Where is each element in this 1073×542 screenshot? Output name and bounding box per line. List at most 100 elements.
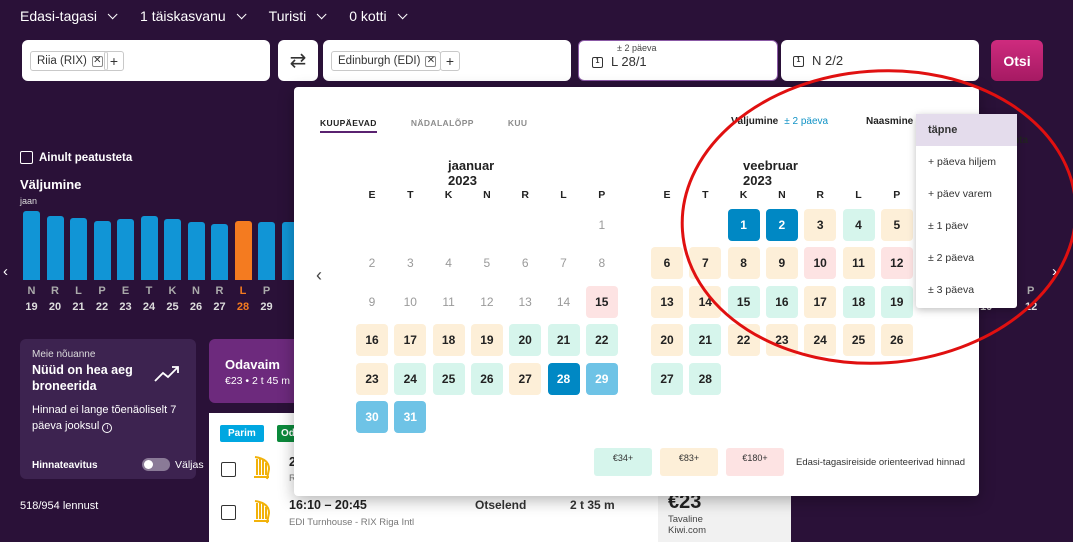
calendar-day[interactable]: 5: [880, 209, 913, 241]
result-checkbox[interactable]: [221, 462, 236, 477]
calendar-day[interactable]: 26: [470, 362, 503, 395]
calendar-day[interactable]: 25: [842, 324, 875, 357]
calendar-day[interactable]: 1: [727, 209, 760, 241]
cabin-class-select[interactable]: Turisti: [269, 8, 327, 24]
tab-month[interactable]: KUU: [508, 118, 528, 133]
calendar-day[interactable]: 21: [689, 324, 722, 357]
prev-month-chevron-icon[interactable]: ‹: [316, 265, 322, 286]
result-checkbox[interactable]: [221, 505, 236, 520]
calendar-day[interactable]: 11: [433, 286, 465, 318]
close-icon[interactable]: ✕: [91, 55, 103, 67]
close-icon[interactable]: ✕: [425, 55, 437, 67]
calendar-day[interactable]: 30: [356, 401, 388, 433]
calendar-day[interactable]: 9: [765, 247, 798, 280]
calendar-day[interactable]: 2: [765, 209, 798, 241]
calendar-day[interactable]: 1: [586, 209, 618, 241]
calendar-day[interactable]: 20: [509, 324, 542, 357]
calendar-day[interactable]: 21: [547, 324, 580, 357]
flex-option[interactable]: ± 3 päeva: [916, 274, 1017, 306]
calendar-day[interactable]: 15: [585, 285, 618, 318]
passengers-select[interactable]: 1 täiskasvanu: [140, 8, 247, 24]
calendar-day[interactable]: 13: [509, 286, 541, 318]
calendar-day[interactable]: 3: [804, 209, 837, 241]
price-bar[interactable]: [93, 220, 111, 280]
calendar-day[interactable]: 24: [394, 362, 427, 395]
calendar-day[interactable]: 17: [804, 285, 837, 318]
price-bar[interactable]: [117, 219, 134, 280]
calendar-day[interactable]: 28: [547, 362, 580, 395]
calendar-day[interactable]: 18: [842, 285, 875, 318]
add-destination-button[interactable]: +: [440, 51, 460, 71]
calendar-day[interactable]: 3: [394, 247, 426, 279]
calendar-day[interactable]: 18: [432, 324, 465, 357]
direct-only-checkbox[interactable]: Ainult peatusteta: [20, 151, 132, 164]
tab-dates[interactable]: KUUPÄEVAD: [320, 118, 377, 133]
calendar-day[interactable]: 6: [509, 247, 541, 279]
calendar-day[interactable]: 20: [651, 324, 683, 357]
price-bar[interactable]: [164, 219, 181, 280]
price-bar[interactable]: [258, 222, 275, 280]
price-bar[interactable]: [187, 222, 205, 280]
calendar-day[interactable]: 2: [356, 247, 388, 279]
calendar-day[interactable]: 28: [689, 362, 722, 395]
calendar-day[interactable]: 10: [804, 247, 837, 280]
chevron-left-icon[interactable]: ‹: [3, 263, 8, 280]
origin-field[interactable]: Riia (RIX) ✕ +: [22, 40, 270, 81]
calendar-day[interactable]: 26: [880, 324, 913, 357]
return-flex-heading[interactable]: Naasmine: [866, 116, 913, 127]
calendar-day[interactable]: 24: [804, 324, 837, 357]
calendar-day[interactable]: 11: [842, 247, 875, 280]
calendar-day[interactable]: 31: [394, 401, 427, 433]
calendar-day[interactable]: 10: [394, 286, 426, 318]
flex-option[interactable]: ± 2 päeva: [916, 242, 1017, 274]
calendar-day[interactable]: 23: [356, 362, 388, 395]
calendar-day[interactable]: 12: [471, 286, 503, 318]
price-bar[interactable]: [46, 216, 64, 280]
calendar-day[interactable]: 16: [356, 324, 388, 357]
calendar-day[interactable]: 19: [470, 324, 503, 357]
departure-flex-control[interactable]: Väljumine ± 2 päeva: [731, 116, 828, 127]
add-origin-button[interactable]: +: [104, 51, 124, 71]
flex-option[interactable]: + päev varem: [916, 178, 1017, 210]
calendar-day[interactable]: 22: [585, 324, 618, 357]
calendar-day[interactable]: 12: [880, 247, 913, 280]
flex-option[interactable]: ± 1 päev: [916, 210, 1017, 242]
price-bar[interactable]: [211, 224, 228, 280]
chevron-right-icon[interactable]: ›: [1052, 263, 1057, 280]
calendar-day[interactable]: 27: [509, 362, 542, 395]
flex-option[interactable]: täpne: [916, 114, 1017, 146]
calendar-day[interactable]: 16: [765, 285, 798, 318]
calendar-day[interactable]: 6: [651, 247, 683, 280]
price-bar[interactable]: [70, 217, 87, 280]
calendar-day[interactable]: 7: [548, 247, 580, 279]
calendar-day[interactable]: 23: [765, 324, 798, 357]
calendar-day[interactable]: 9: [356, 286, 388, 318]
calendar-day[interactable]: 19: [880, 285, 913, 318]
calendar-day[interactable]: 25: [432, 362, 465, 395]
calendar-day[interactable]: 29: [585, 362, 618, 395]
calendar-day[interactable]: 27: [651, 362, 683, 395]
search-button[interactable]: Otsi: [991, 40, 1043, 81]
calendar-day[interactable]: 14: [548, 286, 580, 318]
tab-weekend[interactable]: NÄDALALÕPP: [411, 118, 474, 133]
price-bar[interactable]: [140, 216, 158, 280]
cheapest-tab[interactable]: Odavaim €23 • 2 t 45 m: [209, 339, 299, 403]
calendar-day[interactable]: 13: [651, 285, 683, 318]
calendar-day[interactable]: 5: [471, 247, 503, 279]
calendar-day[interactable]: 8: [586, 247, 618, 279]
destination-field[interactable]: Edinburgh (EDI) ✕ +: [323, 40, 571, 81]
calendar-day[interactable]: 15: [727, 285, 760, 318]
trip-type-select[interactable]: Edasi-tagasi: [20, 8, 118, 24]
bags-select[interactable]: 0 kotti: [349, 8, 408, 24]
flex-option[interactable]: + päeva hiljem: [916, 146, 1017, 178]
info-icon[interactable]: i: [102, 423, 113, 433]
price-bar[interactable]: [234, 220, 252, 280]
result-price-box[interactable]: €23 Tavaline Kiwi.com: [658, 491, 791, 542]
calendar-day[interactable]: 8: [727, 247, 760, 280]
calendar-day[interactable]: 22: [727, 324, 760, 357]
calendar-day[interactable]: 4: [842, 209, 875, 241]
calendar-day[interactable]: 17: [394, 324, 427, 357]
return-date-field[interactable]: 1 N 2/2: [781, 40, 979, 81]
price-alert-toggle[interactable]: Väljas: [142, 458, 204, 471]
calendar-day[interactable]: 14: [689, 285, 722, 318]
